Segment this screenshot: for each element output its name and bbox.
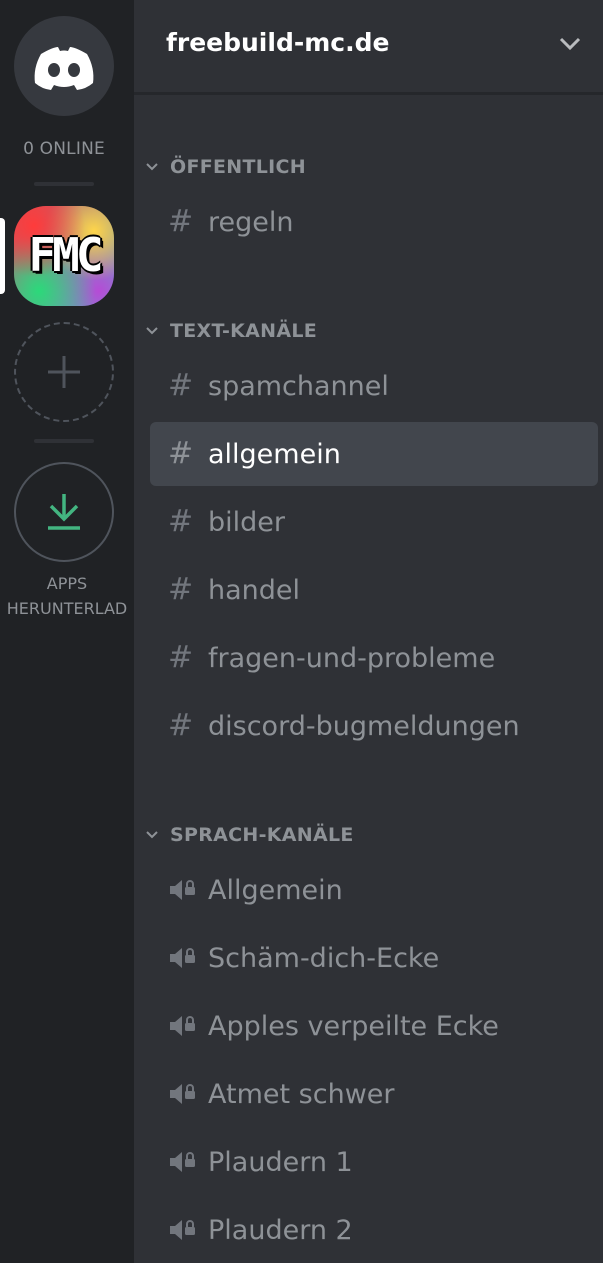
- home-button[interactable]: [14, 16, 114, 116]
- chevron-down-icon[interactable]: [558, 36, 582, 52]
- server-icon-fmc[interactable]: FMC: [14, 206, 114, 306]
- server-icon-label: FMC: [28, 228, 103, 282]
- category-label: SPRACH-KANÄLE: [170, 824, 354, 846]
- channel-label: allgemein: [208, 438, 341, 470]
- locked-speaker-icon: [150, 945, 208, 971]
- channel-label: bilder: [208, 506, 285, 538]
- channel-label: regeln: [208, 206, 294, 238]
- voice-channel-schaem-dich-ecke[interactable]: Schäm-dich-Ecke: [150, 926, 598, 990]
- channel-label: Apples verpeilte Ecke: [208, 1010, 499, 1042]
- channel-label: spamchannel: [208, 370, 389, 402]
- online-count: 0 ONLINE: [23, 139, 105, 159]
- channel-handel[interactable]: # handel: [150, 558, 598, 622]
- channel-spamchannel[interactable]: # spamchannel: [150, 354, 598, 418]
- hash-icon: #: [168, 436, 194, 471]
- channel-label: handel: [208, 574, 301, 606]
- hash-icon: #: [168, 368, 194, 403]
- channel-label: discord-bugmeldungen: [208, 710, 520, 742]
- category-text[interactable]: TEXT-KANÄLE: [144, 318, 317, 344]
- apps-label-line1: APPS: [46, 574, 88, 593]
- hash-icon: #: [168, 572, 194, 607]
- add-server-button[interactable]: [14, 322, 114, 422]
- server-header[interactable]: freebuild-mc.de: [134, 0, 603, 94]
- channel-label: Plaudern 2: [208, 1214, 353, 1246]
- voice-channel-plaudern-2[interactable]: Plaudern 2: [150, 1198, 598, 1262]
- channel-sidebar: freebuild-mc.de ÖFFENTLICH # regeln TEXT…: [134, 0, 603, 1263]
- voice-channel-apples-verpeilte-ecke[interactable]: Apples verpeilte Ecke: [150, 994, 598, 1058]
- locked-speaker-icon: [150, 1081, 208, 1107]
- locked-speaker-icon: [150, 1013, 208, 1039]
- channel-label: Allgemein: [208, 874, 343, 906]
- hash-icon: #: [168, 504, 194, 539]
- channel-allgemein[interactable]: # allgemein: [150, 422, 598, 486]
- plus-icon: [48, 356, 80, 388]
- chevron-down-icon: [146, 163, 158, 171]
- channel-label: Atmet schwer: [208, 1078, 395, 1110]
- locked-speaker-icon: [150, 1217, 208, 1243]
- download-icon: [48, 494, 80, 530]
- guild-separator: [34, 439, 94, 443]
- channel-label: Schäm-dich-Ecke: [208, 942, 440, 974]
- channel-label: Plaudern 1: [208, 1146, 353, 1178]
- channel-regeln[interactable]: # regeln: [150, 190, 598, 254]
- category-voice[interactable]: SPRACH-KANÄLE: [144, 822, 354, 848]
- channel-label: fragen-und-probleme: [208, 642, 496, 674]
- download-apps-button[interactable]: [14, 462, 114, 562]
- category-label: ÖFFENTLICH: [170, 156, 306, 178]
- voice-channel-atmet-schwer[interactable]: Atmet schwer: [150, 1062, 598, 1126]
- server-name: freebuild-mc.de: [166, 28, 390, 57]
- selected-server-indicator: [0, 218, 5, 294]
- download-apps-label: APPS HERUNTERLAD: [0, 571, 134, 621]
- discord-app: 0 ONLINE FMC APPS HERUNTERLAD freebuild-…: [0, 0, 603, 1263]
- chevron-down-icon: [146, 327, 158, 335]
- discord-logo-icon: [34, 47, 94, 90]
- chevron-down-icon: [146, 831, 158, 839]
- hash-icon: #: [168, 640, 194, 675]
- hash-icon: #: [168, 204, 194, 239]
- locked-speaker-icon: [150, 877, 208, 903]
- hash-icon: #: [168, 708, 194, 743]
- guild-sidebar: 0 ONLINE FMC APPS HERUNTERLAD: [0, 0, 134, 1263]
- voice-channel-plaudern-1[interactable]: Plaudern 1: [150, 1130, 598, 1194]
- apps-label-line2: HERUNTERLAD: [6, 599, 128, 618]
- category-label: TEXT-KANÄLE: [170, 320, 318, 342]
- locked-speaker-icon: [150, 1149, 208, 1175]
- category-public[interactable]: ÖFFENTLICH: [144, 154, 306, 180]
- channel-fragen-und-probleme[interactable]: # fragen-und-probleme: [150, 626, 598, 690]
- guild-separator: [34, 182, 94, 186]
- voice-channel-allgemein[interactable]: Allgemein: [150, 858, 598, 922]
- channel-discord-bugmeldungen[interactable]: # discord-bugmeldungen: [150, 694, 598, 758]
- channel-bilder[interactable]: # bilder: [150, 490, 598, 554]
